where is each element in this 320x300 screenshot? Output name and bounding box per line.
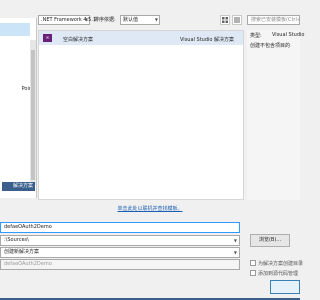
visual-studio-icon: ∞ [43,34,52,42]
location-value: :\Sources\ [4,237,29,243]
location-field[interactable]: :\Sources\ ▼ [0,235,240,246]
category-selected-item[interactable] [0,23,30,36]
create-directory-checkbox[interactable] [250,260,256,266]
chevron-down-icon: ▼ [154,17,158,22]
add-source-control-label: 添加到源代码管理 [258,271,299,277]
category-item-point[interactable]: Point [0,86,34,92]
framework-dropdown[interactable]: .NET Framework 4.5.1 ▼ [38,15,96,25]
chevron-down-icon: ▼ [84,17,88,22]
type-label: 类型: [250,33,262,39]
template-list [38,30,244,200]
small-icons-view-button[interactable] [220,15,230,25]
search-installed-templates-input[interactable]: 搜索已安装模板(Ctrl+E) [247,15,300,25]
browse-button[interactable]: 浏览(B)... [250,234,290,247]
list-view-button[interactable] [232,15,242,25]
chevron-down-icon: ▼ [233,238,237,243]
template-details-pane [247,30,300,200]
template-description: 创建不包含项目的 [250,43,291,49]
name-field[interactable]: defaeOAuth2Demo [0,222,240,233]
list-view-icon [234,17,240,23]
category-scrollbar-thumb[interactable] [31,50,35,180]
add-source-control-checkbox[interactable] [250,270,256,276]
grid-view-icon [222,17,228,23]
ok-button[interactable] [270,280,300,294]
find-templates-online-link[interactable]: 单击此处以联机并查找模板。 [0,205,300,212]
category-solution-item[interactable]: 解决方案 [2,182,35,191]
sort-label: 排序依据: [94,17,116,23]
create-directory-label: 为解决方案创建目录 [258,261,304,267]
sort-dropdown[interactable]: 默认值 ▼ [120,15,160,25]
solution-name-field[interactable]: defaeOAuth2Demo [0,259,240,270]
solution-dropdown[interactable]: 创建新解决方案 ▼ [0,247,240,258]
type-value: Visual Studio [272,32,305,38]
template-name: 空白解决方案 [63,37,94,43]
solution-value: 创建新解决方案 [4,249,40,255]
template-type: Visual Studio 解决方案 [180,37,235,43]
sort-value: 默认值 [123,17,139,23]
chevron-down-icon: ▼ [233,250,237,255]
